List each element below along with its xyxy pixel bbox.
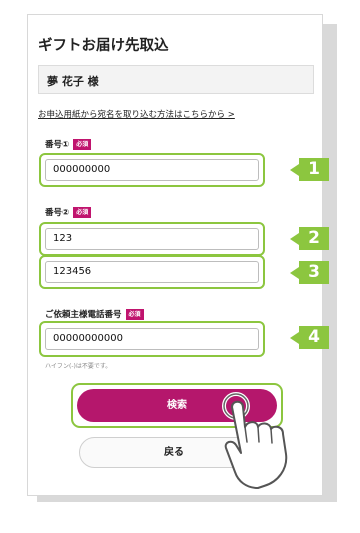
- step-marker-1: 1: [290, 158, 329, 181]
- number2b-value: 123456: [53, 266, 92, 277]
- recipient-name: 夢 花子 様: [47, 75, 99, 88]
- step-number-1: 1: [308, 159, 320, 179]
- step-marker-4: 4: [290, 326, 329, 349]
- step-number-4: 4: [308, 327, 320, 347]
- required-badge: 必須: [125, 308, 144, 320]
- field1-label: 番号①: [45, 140, 70, 150]
- phone-input[interactable]: 00000000000: [45, 328, 259, 350]
- field2-label-row: 番号② 必須: [45, 206, 92, 218]
- field1-label-row: 番号① 必須: [45, 138, 92, 150]
- step-marker-3: 3: [290, 261, 329, 284]
- recipient-name-box: 夢 花子 様: [38, 65, 314, 94]
- required-badge: 必須: [73, 138, 92, 150]
- phone-hint: ハイフン(-)は不要です。: [45, 363, 112, 370]
- step-marker-2: 2: [290, 227, 329, 250]
- step-number-3: 3: [308, 262, 320, 282]
- number1-input[interactable]: 000000000: [45, 159, 259, 181]
- phone-label: ご依頼主様電話番号: [45, 310, 122, 320]
- number1-value: 000000000: [53, 164, 111, 175]
- help-link[interactable]: お申込用紙から宛名を取り込む方法はこちらから >: [38, 108, 235, 120]
- number2a-value: 123: [53, 233, 73, 244]
- tap-hand-icon: [222, 392, 288, 489]
- phone-label-row: ご依頼主様電話番号 必須: [45, 308, 144, 320]
- page-title: ギフトお届け先取込: [38, 38, 169, 54]
- field2-label: 番号②: [45, 208, 70, 218]
- required-badge: 必須: [73, 206, 92, 218]
- number2b-input[interactable]: 123456: [45, 261, 259, 283]
- phone-value: 00000000000: [53, 333, 123, 344]
- step-number-2: 2: [308, 228, 320, 248]
- number2a-input[interactable]: 123: [45, 228, 259, 250]
